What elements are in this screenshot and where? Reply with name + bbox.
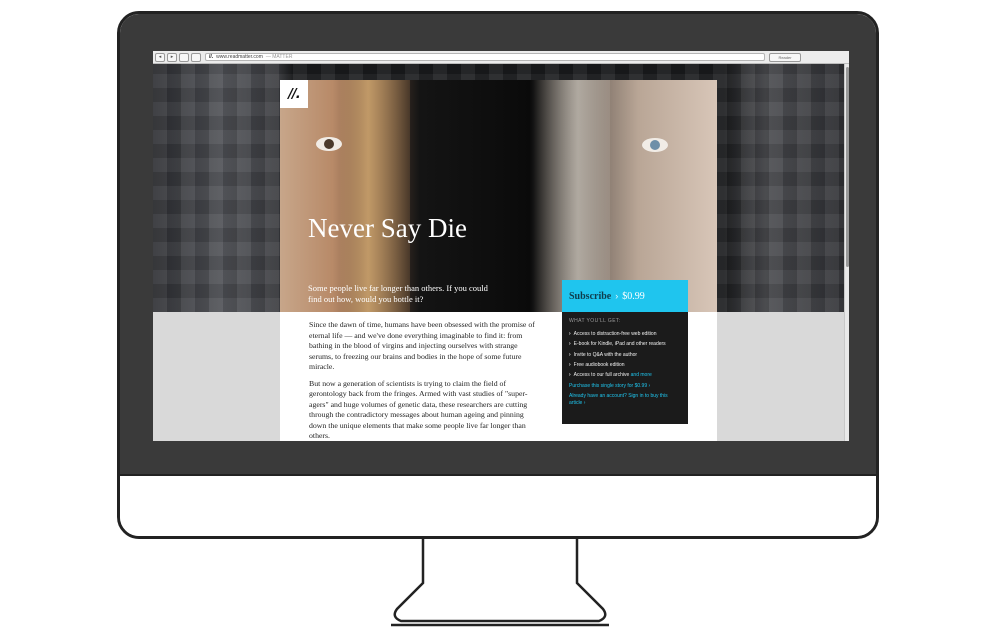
- chevron-right-icon: ›: [569, 331, 571, 337]
- benefit-item: › Invite to Q&A with the author: [569, 350, 681, 360]
- benefit-item: › Access to our full archive and more: [569, 370, 681, 380]
- url-text: www.readmatter.com: [216, 54, 263, 60]
- hero-image: //. Never Say Die Some people live far l…: [280, 80, 717, 312]
- subscribe-panel: WHAT YOU'LL GET: › Access to distraction-…: [562, 312, 688, 424]
- benefit-label: Free audiobook edition: [573, 361, 625, 368]
- chevron-right-icon: ›: [615, 291, 619, 301]
- article-paragraph: Since the dawn of time, humans have been…: [309, 320, 535, 371]
- bookmark-icon[interactable]: [191, 52, 201, 62]
- benefits-heading: WHAT YOU'LL GET:: [569, 318, 621, 324]
- purchase-single-link[interactable]: Purchase this single story for $0.99 ›: [569, 383, 681, 390]
- article-paragraph: But now a generation of scientists is tr…: [309, 378, 528, 441]
- url-title: — MATTER: [265, 54, 293, 60]
- browser-toolbar: ◂ ▸ //. www.readmatter.com — MATTER Read…: [153, 51, 849, 64]
- benefit-label: Invite to Q&A with the author: [573, 351, 638, 358]
- monitor-bezel: ◂ ▸ //. www.readmatter.com — MATTER Read…: [120, 14, 876, 474]
- benefit-label: Access to distraction-free web edition: [573, 331, 657, 337]
- hero-photo-young: [340, 80, 410, 312]
- back-button[interactable]: ◂: [155, 52, 165, 62]
- chevron-right-icon: ›: [569, 372, 571, 379]
- subscribe-price: $0.99: [622, 290, 645, 302]
- site-favicon: //.: [209, 54, 214, 60]
- site-logo[interactable]: //.: [280, 80, 308, 108]
- benefit-item: › Free audiobook edition: [569, 360, 681, 370]
- subscribe-label: Subscribe: [569, 290, 612, 302]
- forward-button[interactable]: ▸: [167, 52, 177, 62]
- young-eye: [316, 137, 342, 151]
- chevron-right-icon: ›: [569, 351, 571, 358]
- benefit-item: › E-book for Kindle, iPad and other reade…: [569, 339, 681, 349]
- hero-photo-old: [530, 80, 610, 312]
- subscribe-button[interactable]: Subscribe › $0.99: [562, 280, 688, 312]
- article-body: Since the dawn of time, humans have been…: [309, 320, 535, 441]
- address-bar[interactable]: //. www.readmatter.com — MATTER: [205, 53, 765, 61]
- monitor-frame: ◂ ▸ //. www.readmatter.com — MATTER Read…: [117, 11, 879, 539]
- article-title: Never Say Die: [308, 213, 467, 243]
- old-eye: [642, 138, 668, 152]
- scrollbar-thumb[interactable]: [846, 67, 849, 267]
- logo-mark: //.: [288, 86, 300, 102]
- chevron-right-icon: ›: [569, 361, 571, 368]
- monitor-chin: [120, 474, 876, 536]
- benefits-more-link[interactable]: and more: [631, 372, 652, 378]
- sign-in-link[interactable]: Already have an account? Sign in to buy …: [569, 393, 681, 407]
- article-subtitle: Some people live far longer than others.…: [308, 283, 488, 304]
- screen: ◂ ▸ //. www.readmatter.com — MATTER Read…: [153, 51, 849, 441]
- share-icon[interactable]: [179, 52, 189, 62]
- benefit-item: › Access to distraction-free web edition: [569, 329, 681, 339]
- benefit-label: E-book for Kindle, iPad and other reader…: [573, 341, 666, 348]
- benefit-label: Access to our full archive: [573, 372, 630, 379]
- reader-button[interactable]: Reader: [769, 52, 801, 62]
- monitor-stand: [391, 539, 609, 627]
- chevron-right-icon: ›: [569, 341, 571, 348]
